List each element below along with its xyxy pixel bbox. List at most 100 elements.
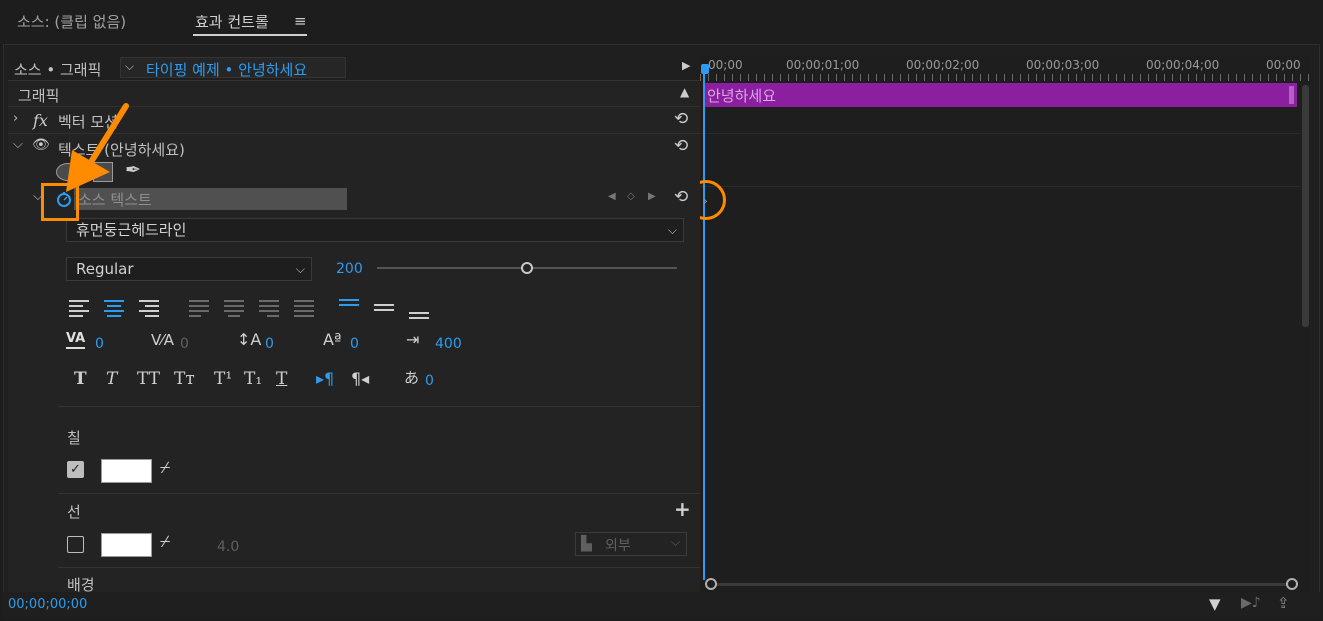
- panel-menu-icon[interactable]: ≡: [294, 12, 307, 30]
- ruler-ticks: [700, 74, 1310, 81]
- align-right-icon[interactable]: [138, 298, 160, 318]
- tab-width-value[interactable]: 400: [435, 336, 462, 352]
- justify-left-icon[interactable]: [188, 298, 210, 318]
- sequence-selector[interactable]: ⌵ 타이핑 예제 • 안녕하세요: [120, 57, 346, 79]
- leading-value[interactable]: 0: [265, 336, 274, 352]
- fill-checkbox[interactable]: ✓: [67, 461, 84, 478]
- tab-width-icon: ⇥: [406, 330, 420, 349]
- export-icon[interactable]: ⇪: [1277, 594, 1290, 612]
- alignment-toolbar: [68, 298, 688, 320]
- fx-icon[interactable]: fx: [33, 111, 48, 130]
- stroke-position-value: 외부: [605, 538, 631, 554]
- checkmark-icon: ✓: [70, 462, 81, 477]
- stroke-checkbox[interactable]: [67, 536, 84, 553]
- faux-italic-icon[interactable]: T: [106, 369, 117, 389]
- tsume-value[interactable]: 0: [425, 373, 434, 389]
- superscript-icon[interactable]: T¹: [214, 369, 232, 389]
- align-bottom-icon[interactable]: [408, 298, 430, 320]
- prev-keyframe-icon[interactable]: ◀: [608, 191, 616, 202]
- add-stroke-icon[interactable]: +: [674, 497, 691, 521]
- kerning-value[interactable]: 0: [95, 336, 104, 352]
- align-left-icon[interactable]: [68, 298, 90, 318]
- background-label: 배경: [67, 576, 95, 592]
- stroke-position-icon: ▙: [581, 536, 592, 552]
- align-middle-icon[interactable]: [373, 298, 395, 318]
- text-style-row: T T TT Tт T¹ T₁ T ▸¶ ¶◂ あ 0: [74, 369, 694, 395]
- stroke-width-value[interactable]: 4.0: [217, 539, 239, 555]
- faux-bold-icon[interactable]: T: [74, 369, 87, 389]
- tracking-value[interactable]: 0: [180, 336, 189, 352]
- effect-controls-panel: 소스 • 그래픽 ⌵ 타이핑 예제 • 안녕하세요 ▶ 그래픽 ▲ › fx 벡…: [8, 55, 700, 592]
- source-clip-label: 소스 • 그래픽: [14, 61, 102, 79]
- vertical-scrollbar[interactable]: [1302, 85, 1309, 327]
- divider: [700, 133, 1300, 134]
- divider: [58, 406, 700, 407]
- divider: [58, 493, 700, 494]
- baseline-value[interactable]: 0: [350, 336, 359, 352]
- ruler-label: 00;00;02;00: [906, 58, 980, 72]
- font-style-dropdown[interactable]: Regular ⌵: [66, 257, 312, 281]
- chevron-down-icon: ⌵: [125, 59, 135, 73]
- zoom-scrollbar-left-handle[interactable]: [705, 578, 717, 590]
- metrics-row: VA 0 V⁄A 0 ↕A 0 Aª 0 ⇥ 400: [66, 330, 686, 357]
- ruler-label: 00;00: [1266, 58, 1301, 72]
- underline-icon[interactable]: T: [276, 369, 287, 389]
- stroke-color-swatch[interactable]: [101, 533, 152, 557]
- chevron-right-icon[interactable]: ›: [13, 111, 18, 126]
- fill-label: 칠: [67, 429, 81, 447]
- font-family-value: 휴먼둥근헤드라인: [76, 221, 187, 239]
- align-top-icon[interactable]: [338, 298, 360, 318]
- ruler-label: 00;00;04;00: [1146, 58, 1220, 72]
- justify-all-icon[interactable]: [293, 298, 315, 318]
- play-only-clip-icon[interactable]: ▶: [682, 59, 690, 72]
- playhead-line[interactable]: [703, 65, 705, 580]
- leading-icon: ↕A: [237, 330, 262, 349]
- clip-header: 소스 • 그래픽 ⌵ 타이핑 예제 • 안녕하세요 ▶: [8, 55, 700, 81]
- font-size-value[interactable]: 200: [336, 261, 363, 277]
- chevron-down-icon[interactable]: ⌵: [13, 137, 23, 152]
- clip-bar[interactable]: 안녕하세요: [703, 83, 1297, 107]
- reset-icon[interactable]: ⟲: [674, 109, 688, 129]
- active-tab-underline: [193, 34, 307, 36]
- ruler-label: 00;00: [708, 58, 743, 72]
- align-center-icon[interactable]: [103, 298, 125, 318]
- sequence-clip-label: 타이핑 예제 • 안녕하세요: [146, 61, 308, 79]
- font-style-value: Regular: [76, 260, 134, 278]
- rtl-direction-icon[interactable]: ¶◂: [351, 369, 369, 388]
- stroke-position-dropdown[interactable]: ▙ 외부 ⌵: [575, 532, 687, 556]
- tab-effect-controls[interactable]: 효과 컨트롤: [195, 11, 269, 32]
- subscript-icon[interactable]: T₁: [244, 369, 262, 389]
- annotation-arrow-icon: [66, 103, 129, 192]
- collapse-up-icon[interactable]: ▲: [680, 85, 689, 99]
- clip-label: 안녕하세요: [707, 87, 777, 105]
- time-ruler[interactable]: 00;00 00;00;01;00 00;00;02;00 00;00;03;0…: [700, 55, 1310, 81]
- small-caps-icon[interactable]: Tт: [174, 369, 195, 389]
- ltr-direction-icon[interactable]: ▸¶: [316, 369, 334, 388]
- add-keyframe-icon[interactable]: ◇: [627, 191, 635, 202]
- eyedropper-icon[interactable]: ⌿: [160, 458, 170, 478]
- clip-end-handle[interactable]: [1289, 86, 1294, 104]
- divider: [58, 567, 700, 568]
- zoom-scrollbar-right-handle[interactable]: [1286, 578, 1298, 590]
- fill-color-swatch[interactable]: [101, 459, 152, 483]
- justify-center-icon[interactable]: [223, 298, 245, 318]
- eyedropper-icon[interactable]: ⌿: [160, 532, 170, 552]
- tab-source[interactable]: 소스: (클립 없음): [17, 11, 126, 32]
- chevron-down-icon: ⌵: [295, 262, 305, 276]
- reset-icon[interactable]: ⟲: [674, 187, 688, 207]
- filter-icon[interactable]: ▼: [1209, 595, 1221, 613]
- next-keyframe-icon[interactable]: ▶: [648, 191, 656, 202]
- zoom-scrollbar-track[interactable]: [710, 583, 1292, 586]
- timeline-panel: 00;00 00;00;01;00 00;00;02;00 00;00;03;0…: [700, 55, 1310, 592]
- divider: [700, 186, 1300, 187]
- all-caps-icon[interactable]: TT: [137, 369, 160, 389]
- reset-icon[interactable]: ⟲: [674, 136, 688, 156]
- ruler-label: 00;00;01;00: [786, 58, 860, 72]
- current-timecode[interactable]: 00;00;00;00: [8, 597, 87, 612]
- play-audio-icon[interactable]: ▶♪: [1241, 595, 1261, 611]
- tracking-icon: V⁄A: [151, 331, 175, 349]
- font-family-dropdown[interactable]: 휴먼둥근헤드라인 ⌵: [66, 218, 684, 242]
- ruler-label: 00;00;03;00: [1026, 58, 1100, 72]
- font-size-slider-thumb[interactable]: [521, 262, 533, 274]
- justify-right-icon[interactable]: [258, 298, 280, 318]
